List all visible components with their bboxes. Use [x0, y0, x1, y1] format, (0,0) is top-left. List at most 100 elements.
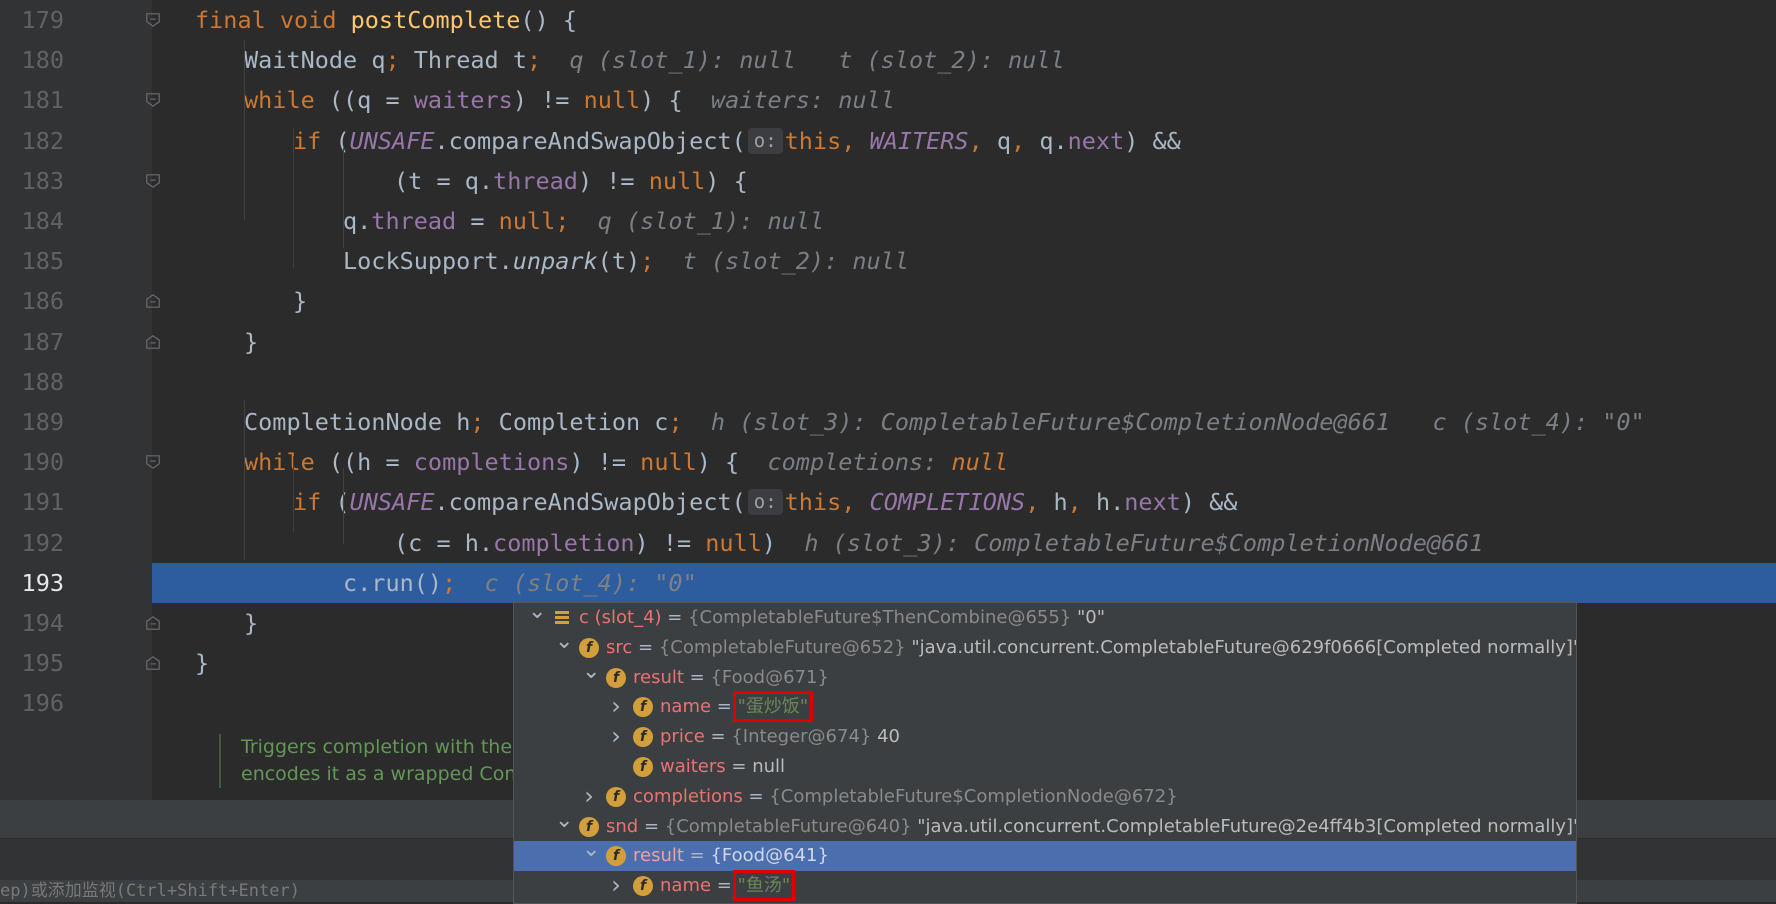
code-token: while	[244, 86, 329, 115]
line-number[interactable]: 190	[0, 442, 64, 482]
variable-row[interactable]: ⌄ f src = {CompletableFuture@652} "java.ut…	[514, 630, 1576, 663]
code-line[interactable]: 180 WaitNode q; Thread t; q (slot_1): nul…	[0, 40, 1776, 80]
line-number[interactable]: 179	[0, 0, 64, 40]
variable-row[interactable]: f waiters = null	[514, 752, 1576, 782]
variable-type: {CompletableFuture$CompletionNode@672}	[769, 785, 1178, 807]
line-number[interactable]: 180	[0, 40, 64, 80]
code-text[interactable]: }	[244, 322, 258, 362]
line-number[interactable]: 191	[0, 482, 64, 522]
code-line[interactable]: 182 if (UNSAFE.compareAndSwapObject(o: thi…	[0, 121, 1776, 161]
code-token: ;	[385, 46, 414, 75]
code-text[interactable]: c.run(); c (slot_4): "0"	[343, 563, 697, 603]
variable-row[interactable]: › f completions = {CompletableFuture$Compl…	[514, 782, 1576, 812]
chevron-down-icon[interactable]: ⌄	[555, 630, 573, 652]
code-text[interactable]: LockSupport.unpark(t); t (slot_2): null	[343, 241, 909, 281]
code-line[interactable]: 181 while ((q = waiters) != null) { waite…	[0, 80, 1776, 120]
variable-row[interactable]: › f name = "蛋炒饭"	[514, 691, 1576, 723]
indent-guide	[343, 468, 344, 544]
code-text[interactable]: (t = q.thread) != null) {	[394, 161, 748, 201]
fold-close-icon[interactable]	[145, 655, 161, 671]
indent-guide	[343, 148, 344, 248]
code-text[interactable]: q.thread = null; q (slot_1): null	[343, 201, 824, 241]
variable-row[interactable]: ⌄ f result = {Food@641}	[514, 839, 1576, 872]
chevron-right-icon[interactable]: ›	[609, 722, 623, 750]
fold-close-icon[interactable]	[145, 615, 161, 631]
chevron-down-icon[interactable]: ⌄	[582, 839, 600, 861]
code-text[interactable]: if (UNSAFE.compareAndSwapObject(o:this, …	[293, 482, 1237, 522]
code-line[interactable]: 189 CompletionNode h; Completion c; h (sl…	[0, 402, 1776, 442]
code-line[interactable]: 183 (t = q.thread) != null) {	[0, 161, 1776, 201]
code-token: next	[1124, 488, 1181, 517]
code-line[interactable]: 185 LockSupport.unpark(t); t (slot_2): nu…	[0, 241, 1776, 281]
line-number[interactable]: 193	[0, 563, 64, 603]
line-number[interactable]: 181	[0, 80, 64, 120]
code-token: this	[784, 126, 842, 155]
code-token: unpark	[512, 247, 598, 276]
line-number[interactable]: 195	[0, 643, 64, 683]
code-token: ;	[640, 247, 655, 276]
code-line[interactable]: 186}	[0, 281, 1776, 321]
code-text[interactable]: CompletionNode h; Completion c; h (slot_…	[244, 402, 1645, 442]
line-number[interactable]: 185	[0, 241, 64, 281]
line-number[interactable]: 184	[0, 201, 64, 241]
line-number[interactable]: 192	[0, 523, 64, 563]
code-line-current[interactable]: 193 c.run(); c (slot_4): "0"	[22, 562, 1776, 603]
code-text[interactable]: final void postComplete() {	[195, 0, 577, 40]
code-line[interactable]: 192 (c = h.completion) != null) h (slot_3…	[0, 523, 1776, 563]
line-number[interactable]: 187	[0, 322, 64, 362]
chevron-down-icon[interactable]: ⌄	[582, 660, 600, 682]
line-number[interactable]: 189	[0, 402, 64, 442]
code-line[interactable]: 190 while ((h = completions) != null) { c…	[0, 442, 1776, 482]
fold-open-icon[interactable]	[145, 454, 161, 470]
code-text[interactable]: WaitNode q; Thread t; q (slot_1): null t…	[244, 40, 1065, 80]
line-number[interactable]: 194	[0, 603, 64, 643]
chevron-right-icon[interactable]: ›	[609, 692, 623, 720]
variable-row[interactable]: ⌄ f result = {Food@671}	[514, 660, 1576, 693]
variable-row[interactable]: ⌄ f snd = {CompletableFuture@640} "java.ut…	[514, 809, 1576, 842]
code-line[interactable]: 187}	[0, 322, 1776, 362]
code-token: ((h =	[328, 448, 414, 477]
code-text[interactable]: }	[195, 643, 209, 683]
code-text[interactable]: (c = h.completion) != null) h (slot_3): …	[394, 523, 1483, 563]
chevron-right-icon[interactable]: ›	[609, 871, 623, 899]
variable-entry: c (slot_4) = {CompletableFuture$ThenComb…	[579, 603, 1105, 633]
fold-open-icon[interactable]	[145, 173, 161, 189]
code-token: LockSupport.	[343, 247, 513, 276]
line-number[interactable]: 196	[0, 683, 64, 723]
code-line[interactable]: 184 q.thread = null; q (slot_1): null	[0, 201, 1776, 241]
chevron-down-icon[interactable]: ⌄	[555, 809, 573, 831]
field-icon: f	[606, 786, 626, 807]
code-line[interactable]: 179 final void postComplete() {	[0, 0, 1776, 40]
variable-row[interactable]: ⌄ c (slot_4) = {CompletableFuture$ThenCom…	[514, 603, 1576, 633]
fold-close-icon[interactable]	[145, 293, 161, 309]
code-token: ;	[668, 408, 683, 436]
code-text[interactable]: if (UNSAFE.compareAndSwapObject(o:this, …	[293, 121, 1181, 161]
debugger-value-popup[interactable]: ⌄ c (slot_4) = {CompletableFuture$ThenCom…	[513, 602, 1577, 904]
chevron-right-icon[interactable]: ›	[582, 782, 596, 810]
code-token: ((q =	[328, 86, 414, 115]
line-number[interactable]: 182	[0, 121, 64, 161]
fold-open-icon[interactable]	[145, 12, 161, 28]
fold-close-icon[interactable]	[145, 334, 161, 350]
code-text[interactable]: while ((h = completions) != null) { comp…	[244, 442, 1008, 482]
line-number[interactable]: 183	[0, 161, 64, 201]
variable-entry: result = {Food@641}	[633, 841, 829, 871]
code-token: ;	[442, 568, 457, 597]
code-token: )	[761, 528, 777, 557]
code-text[interactable]: }	[293, 281, 307, 321]
code-line[interactable]: 191 if (UNSAFE.compareAndSwapObject(o:thi…	[0, 482, 1776, 522]
code-token: UNSAFE	[349, 488, 435, 517]
code-text[interactable]: }	[244, 603, 258, 643]
code-token: q.	[343, 207, 372, 235]
chevron-down-icon[interactable]: ⌄	[528, 603, 546, 623]
code-text[interactable]: while ((q = waiters) != null) { waiters:…	[244, 80, 895, 120]
code-token: (t = q.	[394, 166, 494, 195]
variable-row[interactable]: › f name = "鱼汤"	[514, 870, 1576, 902]
variable-row[interactable]: › f price = {Integer@674} 40	[514, 722, 1576, 752]
line-number[interactable]: 188	[0, 362, 64, 402]
line-number[interactable]: 186	[0, 281, 64, 321]
code-line[interactable]: 188	[0, 362, 1776, 402]
fold-open-icon[interactable]	[145, 92, 161, 108]
indent-guide	[293, 456, 294, 532]
variable-entry: waiters = null	[660, 752, 785, 782]
